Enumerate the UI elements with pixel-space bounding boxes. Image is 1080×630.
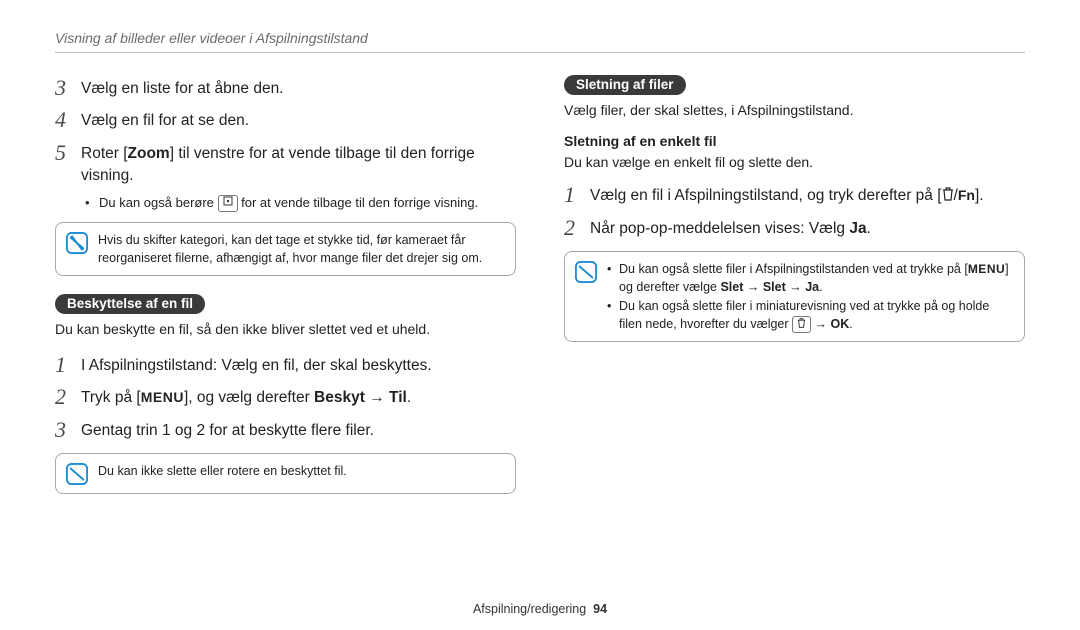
step-text: Vælg en fil for at se den.	[81, 107, 249, 132]
note-icon	[66, 232, 88, 254]
step-5: 5 Roter [Zoom] til venstre for at vende …	[55, 140, 516, 188]
step-number: 4	[55, 107, 81, 133]
protect-step-1: 1 I Afspilningstilstand: Vælg en fil, de…	[55, 352, 516, 378]
bold: OK	[830, 317, 849, 331]
note-text: Du kan ikke slette eller rotere en besky…	[98, 462, 505, 480]
note-reorganize: Hvis du skifter kategori, kan det tage e…	[55, 222, 516, 276]
bullet-text: Du kan også berøre for at vende tilbage …	[99, 194, 478, 212]
delete-single-sub: Du kan vælge en enkelt fil og slette den…	[564, 153, 1025, 173]
text: ].	[975, 187, 984, 204]
step-text: Når pop-op-meddelelsen vises: Vælg Ja.	[590, 215, 871, 240]
note-icon	[575, 261, 597, 283]
arrow: →	[811, 317, 830, 331]
bold: Til	[389, 389, 407, 406]
arrow: →	[786, 280, 805, 294]
text: Du kan også berøre	[99, 195, 218, 210]
bold: Ja	[805, 280, 819, 294]
step-number: 3	[55, 75, 81, 101]
protect-subtext: Du kan beskytte en fil, så den ikke bliv…	[55, 320, 516, 340]
delete-section: Sletning af filer	[564, 75, 1025, 101]
text: ], og vælg derefter	[184, 389, 314, 406]
pill-delete: Sletning af filer	[564, 75, 686, 95]
text: Roter [	[81, 145, 128, 162]
step-text: I Afspilningstilstand: Vælg en fil, der …	[81, 352, 432, 377]
text: .	[849, 317, 852, 331]
step-3: 3 Vælg en liste for at åbne den.	[55, 75, 516, 101]
step-number: 3	[55, 417, 81, 443]
back-icon	[218, 195, 238, 212]
bold: Slet	[720, 280, 743, 294]
breadcrumb: Visning af billeder eller videoer i Afsp…	[55, 30, 1025, 53]
note-icon	[66, 463, 88, 485]
menu-key: MENU	[141, 387, 184, 407]
text: Du kan også slette filer i Afspilningsti…	[619, 262, 968, 276]
delete-subtext: Vælg filer, der skal slettes, i Afspilni…	[564, 101, 1025, 121]
step-number: 1	[564, 182, 590, 208]
protect-step-3: 3 Gentag trin 1 og 2 for at beskytte fle…	[55, 417, 516, 443]
note-line-2: • Du kan også slette filer i miniaturevi…	[607, 297, 1014, 333]
delete-step-1: 1 Vælg en fil i Afspilningstilstand, og …	[564, 182, 1025, 208]
text: Vælg en fil i Afspilningstilstand, og tr…	[590, 187, 942, 204]
note-text: Hvis du skifter kategori, kan det tage e…	[98, 231, 505, 267]
arrow: →	[743, 280, 762, 294]
note-cannot-delete: Du kan ikke slette eller rotere en besky…	[55, 453, 516, 494]
menu-key: MENU	[968, 261, 1005, 278]
footer-section: Afspilning/redigering	[473, 602, 586, 616]
text: .	[819, 280, 822, 294]
step-text: Gentag trin 1 og 2 for at beskytte flere…	[81, 417, 374, 442]
protect-section: Beskyttelse af en fil	[55, 294, 516, 320]
arrow: →	[365, 389, 389, 406]
delete-single-head: Sletning af en enkelt fil	[564, 133, 1025, 149]
step-4: 4 Vælg en fil for at se den.	[55, 107, 516, 133]
trash-icon	[942, 186, 954, 208]
trash-key	[792, 316, 811, 333]
right-column: Sletning af filer Vælg filer, der skal s…	[564, 75, 1025, 512]
zoom-label: Zoom	[128, 145, 170, 162]
left-column: 3 Vælg en liste for at åbne den. 4 Vælg …	[55, 75, 516, 512]
step-text: Vælg en fil i Afspilningstilstand, og tr…	[590, 182, 984, 208]
text: for at vende tilbage til den forrige vis…	[241, 195, 478, 210]
bold: Beskyt	[314, 389, 365, 406]
bullet-dot: •	[607, 297, 619, 333]
page-footer: Afspilning/redigering 94	[0, 602, 1080, 616]
bullet-touch-back: • Du kan også berøre for at vende tilbag…	[85, 194, 516, 212]
pill-protect: Beskyttelse af en fil	[55, 294, 205, 314]
step-number: 1	[55, 352, 81, 378]
bold: Ja	[849, 220, 866, 237]
text: Når pop-op-meddelelsen vises: Vælg	[590, 220, 849, 237]
step-text: Vælg en liste for at åbne den.	[81, 75, 284, 100]
bullet-dot: •	[607, 260, 619, 297]
fn-key: Fn	[958, 185, 975, 205]
step-number: 5	[55, 140, 81, 166]
step-number: 2	[55, 384, 81, 410]
bullet-dot: •	[85, 194, 99, 212]
content-columns: 3 Vælg en liste for at åbne den. 4 Vælg …	[55, 75, 1025, 512]
step-text: Roter [Zoom] til venstre for at vende ti…	[81, 140, 516, 188]
text: .	[407, 389, 411, 406]
note-delete-methods: • Du kan også slette filer i Afspilnings…	[564, 251, 1025, 342]
text: .	[867, 220, 871, 237]
delete-step-2: 2 Når pop-op-meddelelsen vises: Vælg Ja.	[564, 215, 1025, 241]
note-text: • Du kan også slette filer i Afspilnings…	[607, 260, 1014, 333]
protect-step-2: 2 Tryk på [MENU], og vælg derefter Besky…	[55, 384, 516, 410]
page-number: 94	[593, 602, 607, 616]
text: Tryk på [	[81, 389, 141, 406]
step-text: Tryk på [MENU], og vælg derefter Beskyt …	[81, 384, 411, 409]
bold: Slet	[763, 280, 786, 294]
note-line-1: • Du kan også slette filer i Afspilnings…	[607, 260, 1014, 297]
step-number: 2	[564, 215, 590, 241]
